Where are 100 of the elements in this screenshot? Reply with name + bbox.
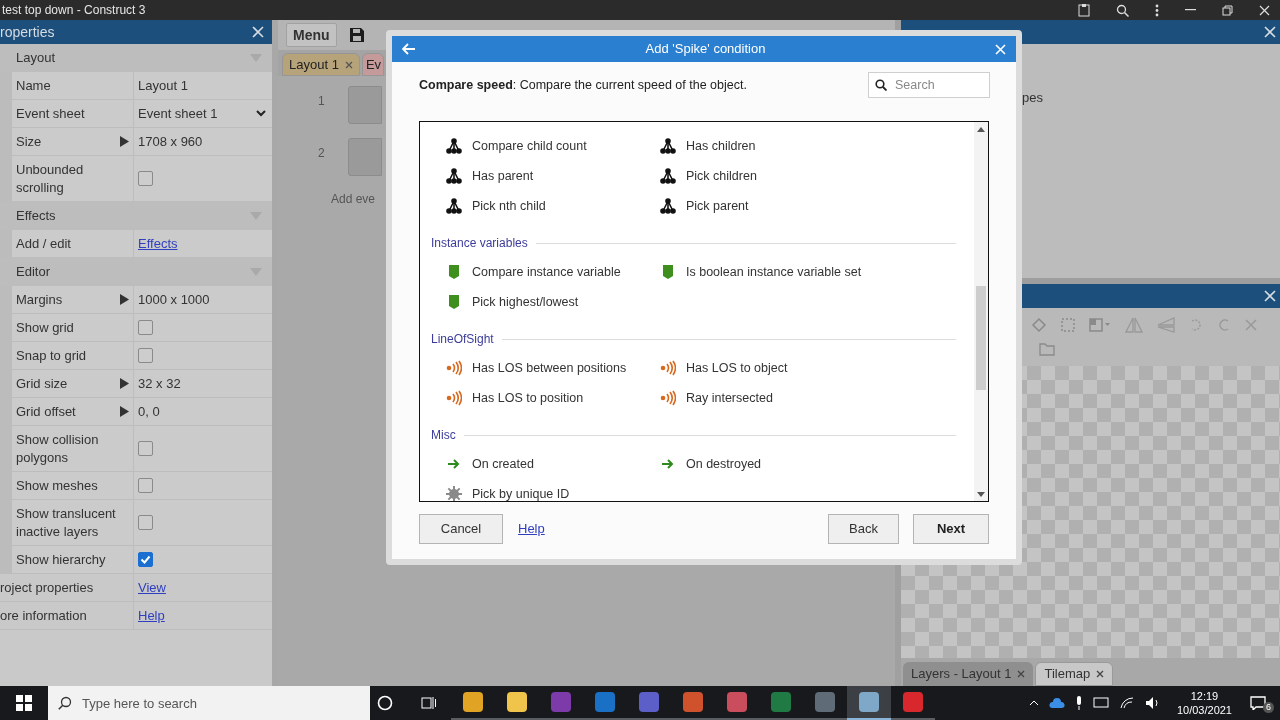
line-number: 2 (318, 145, 326, 162)
checkbox[interactable] (138, 171, 153, 186)
restore-icon[interactable] (1222, 4, 1233, 16)
property-label: Size (16, 132, 42, 151)
condition-item[interactable]: On destroyed (660, 449, 956, 479)
signal-icon (660, 360, 676, 376)
tag-icon (662, 264, 674, 280)
cloud-icon[interactable] (1048, 698, 1065, 708)
tag-icon (448, 294, 460, 310)
property-value: 0, 0 (138, 402, 160, 421)
property-label: Event sheet (16, 104, 85, 123)
speaker-icon[interactable] (1144, 696, 1161, 710)
chevron-up-icon[interactable] (1028, 700, 1039, 706)
condition-item[interactable]: Has LOS between positions (446, 353, 660, 383)
condition-item[interactable]: On created (446, 449, 660, 479)
condition-item[interactable]: Has LOS to position (446, 383, 660, 413)
back-arrow-icon[interactable] (402, 43, 416, 55)
scrollbar-thumb[interactable] (976, 286, 986, 390)
property-label: Show translucent inactive layers (16, 504, 117, 541)
microphone-icon[interactable] (1074, 696, 1083, 710)
scroll-up-icon[interactable] (977, 126, 985, 132)
property-value: 1708 x 960 (138, 132, 203, 151)
condition-item[interactable]: Ray intersected (660, 383, 956, 413)
save-icon[interactable] (348, 27, 365, 43)
expand-arrow-icon[interactable] (120, 136, 129, 147)
property-label: Show hierarchy (16, 550, 106, 569)
condition-item[interactable]: Pick children (660, 161, 956, 191)
tile-icon[interactable] (1089, 318, 1111, 332)
property-label: Margins (16, 290, 63, 309)
scrollbar[interactable] (974, 122, 988, 501)
editor-tab[interactable]: Ev (361, 53, 385, 76)
wifi-icon[interactable] (1118, 696, 1135, 710)
help-link[interactable]: Help (138, 605, 165, 626)
back-button[interactable]: Back (828, 514, 899, 544)
project-item-text[interactable]: pes (1022, 90, 1043, 105)
condition-item[interactable]: Pick by unique ID (446, 479, 660, 501)
condition-item[interactable]: Pick nth child (446, 191, 660, 221)
panel-header: roperties (0, 20, 272, 44)
checkbox[interactable] (138, 515, 153, 530)
property-label: Grid offset (16, 402, 76, 421)
monitor-icon[interactable] (1092, 697, 1109, 709)
panel-tab[interactable]: Tilemap (1035, 662, 1114, 686)
condition-item[interactable]: Compare instance variable (446, 257, 660, 287)
taskbar-app-icon[interactable] (847, 686, 891, 720)
next-button[interactable]: Next (913, 514, 989, 544)
more-options-icon[interactable] (1155, 3, 1159, 17)
property-label: Show grid (16, 318, 74, 337)
signal-icon (660, 390, 676, 406)
clock-date: 10/03/2021 (1176, 703, 1232, 717)
help-link[interactable]: View (138, 577, 166, 598)
expand-arrow-icon[interactable] (120, 378, 129, 389)
search-icon (875, 79, 887, 91)
checkbox[interactable] (138, 320, 153, 335)
condition-item[interactable]: Pick highest/lowest (446, 287, 660, 317)
task-view-icon[interactable] (421, 695, 437, 711)
condition-item[interactable]: Compare child count (446, 131, 660, 161)
help-link[interactable]: Help (518, 519, 545, 539)
section-header[interactable]: Effects (0, 202, 272, 230)
menu-button[interactable]: Menu (286, 23, 337, 47)
checkbox[interactable] (138, 478, 153, 493)
checkbox[interactable] (138, 552, 153, 567)
notification-icon[interactable] (1250, 696, 1266, 710)
section-header[interactable]: Editor (0, 258, 272, 286)
checkbox[interactable] (138, 441, 153, 456)
property-label: roject properties (0, 578, 94, 597)
search-field[interactable]: Search (868, 72, 990, 98)
condition-item[interactable]: Is boolean instance variable set (660, 257, 956, 287)
taskbar-search-field[interactable]: Type here to search (48, 686, 370, 720)
expand-arrow-icon[interactable] (120, 294, 129, 305)
hierarchy-icon (446, 198, 462, 214)
cancel-button[interactable]: Cancel (419, 514, 503, 544)
minimize-icon[interactable] (1185, 9, 1196, 11)
property-label: Show collision polygons (16, 430, 100, 467)
close-icon[interactable] (1096, 670, 1105, 678)
condition-item[interactable]: Has LOS to object (660, 353, 956, 383)
gear-icon (446, 486, 462, 501)
checkbox[interactable] (138, 348, 153, 363)
property-label: Snap to grid (16, 346, 87, 365)
cortana-icon[interactable] (377, 695, 393, 711)
arrow-icon (447, 458, 461, 470)
tag-icon (448, 264, 460, 280)
condition-item[interactable]: Pick parent (660, 191, 956, 221)
scroll-down-icon[interactable] (977, 492, 985, 498)
property-label: ore information (0, 606, 87, 625)
condition-item[interactable]: Has children (660, 131, 956, 161)
editor-tab[interactable]: Layout 1 (282, 53, 360, 76)
panel-tab[interactable]: Layers - Layout 1 (903, 662, 1034, 686)
expand-arrow-icon[interactable] (120, 406, 129, 417)
hierarchy-icon (446, 168, 462, 184)
clock-time: 12:19 (1190, 689, 1219, 703)
group-heading: Instance variables (431, 235, 528, 252)
effects-link[interactable]: Effects (138, 233, 178, 254)
clipboard-icon[interactable] (1078, 3, 1090, 17)
section-header[interactable]: Layout (0, 44, 272, 72)
event-sheet-dropdown[interactable]: Event sheet 1 (138, 103, 272, 124)
signal-icon (446, 360, 462, 376)
condition-item[interactable]: Has parent (446, 161, 660, 191)
windows-start-icon[interactable] (16, 695, 32, 711)
arrow-icon (661, 458, 675, 470)
zoom-icon[interactable] (1116, 3, 1129, 17)
